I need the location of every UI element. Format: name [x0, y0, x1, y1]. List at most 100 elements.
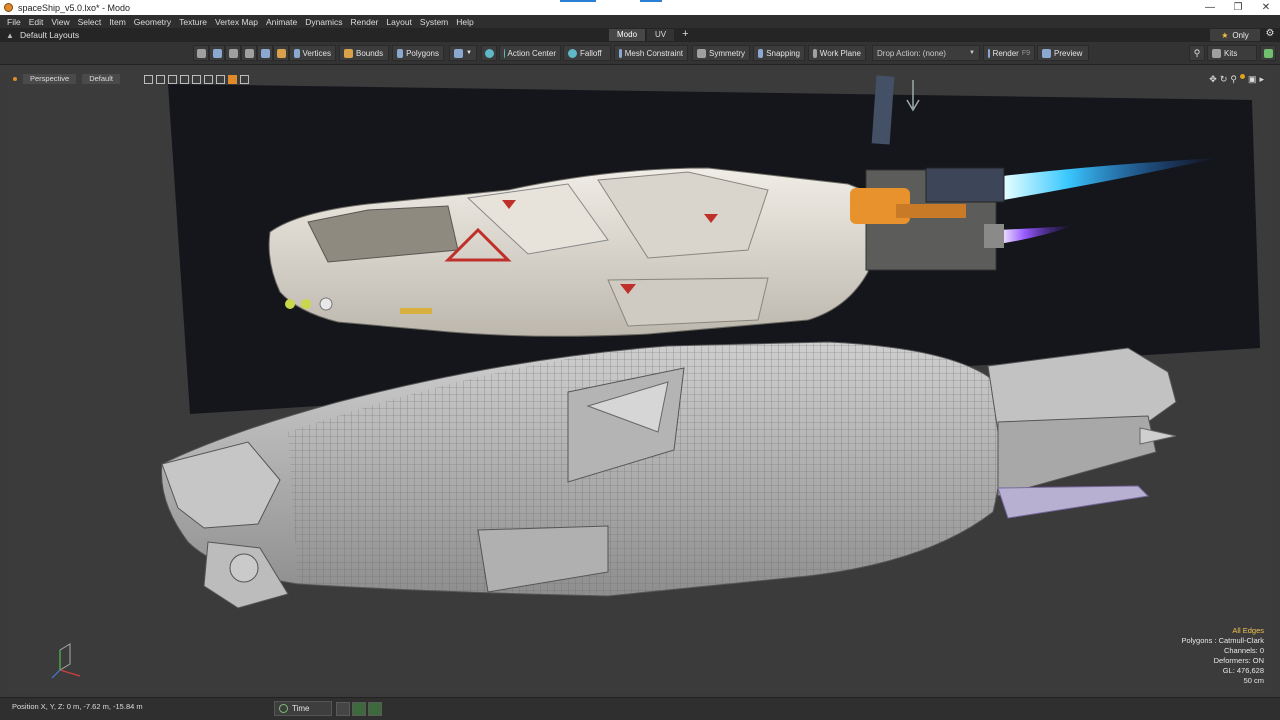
action-center-button[interactable]: Action Center [499, 45, 561, 61]
light-icon[interactable] [203, 74, 213, 84]
menu-dynamics[interactable]: Dynamics [301, 17, 346, 27]
vertices-icon [294, 48, 300, 58]
only-toggle[interactable]: ★ Only [1210, 29, 1260, 41]
mesh-constraint-button[interactable]: Mesh Constraint [614, 45, 688, 61]
timeline-icon[interactable] [352, 702, 366, 716]
edge-dropdown[interactable]: ▼ [449, 45, 477, 61]
gear-icon[interactable]: ⚙ [1263, 28, 1277, 42]
wireframe-icon[interactable] [143, 74, 153, 84]
nose-light-3 [319, 297, 333, 311]
menu-geometry[interactable]: Geometry [130, 17, 175, 27]
dropdown-arrow-icon: ▼ [466, 50, 472, 56]
menu-select[interactable]: Select [74, 17, 106, 27]
constraint-icon [619, 48, 622, 58]
preview-label: Preview [1054, 48, 1083, 58]
kits-icon [1212, 48, 1221, 58]
3d-viewport[interactable]: Perspective Default ✥ ↻ ⚲ ▣ ▸ All Edges … [8, 72, 1272, 692]
time-button[interactable]: Time [274, 701, 332, 716]
menu-edit[interactable]: Edit [25, 17, 48, 27]
settings-button[interactable] [481, 45, 497, 61]
menu-vertex-map[interactable]: Vertex Map [211, 17, 262, 27]
menu-help[interactable]: Help [452, 17, 477, 27]
element-mode-button[interactable] [209, 45, 225, 61]
fit-icon[interactable] [1239, 74, 1245, 79]
render-button[interactable]: Render F9 [983, 45, 1035, 61]
menu-bar: File Edit View Select Item Geometry Text… [0, 15, 1280, 28]
pan-icon[interactable]: ✥ [1209, 74, 1217, 85]
status-bar: Position X, Y, Z: 0 m, -7.62 m, -15.84 m… [0, 697, 1280, 720]
polygons-icon [397, 48, 404, 58]
menu-item[interactable]: Item [105, 17, 130, 27]
work-plane-icon [813, 48, 817, 58]
chevron-down-icon: ▼ [969, 50, 975, 56]
stats-gl: GL: 476,628 [1222, 666, 1264, 675]
arrow-icon [212, 48, 222, 58]
menu-file[interactable]: File [3, 17, 25, 27]
zoom-icon[interactable]: ⚲ [1230, 74, 1237, 85]
add-tab-button[interactable]: + [676, 29, 694, 41]
texture-icon[interactable] [167, 74, 177, 84]
lasso-button[interactable] [225, 45, 241, 61]
menu-layout[interactable]: Layout [382, 17, 416, 27]
drop-action-select[interactable]: Drop Action: (none) ▼ [872, 45, 980, 61]
snapping-button[interactable]: Snapping [753, 45, 805, 61]
panel-icon [1263, 48, 1273, 58]
vertices-label: Vertices [302, 48, 331, 58]
maximize-icon[interactable]: ▣ [1248, 74, 1257, 85]
snapping-icon [758, 48, 764, 58]
material-mode-button[interactable] [273, 45, 289, 61]
shield-icon [454, 48, 464, 58]
kits-button[interactable]: Kits [1207, 45, 1257, 61]
layout-collapse-icon[interactable]: ▲ [0, 31, 20, 40]
mesh-cone [1139, 427, 1177, 445]
restore-button[interactable]: ❐ [1224, 0, 1252, 15]
camera-icon[interactable] [215, 74, 225, 84]
falloff-button[interactable]: Falloff [563, 45, 611, 61]
globe-icon [484, 48, 494, 58]
lock-icon[interactable] [227, 74, 237, 84]
bounds-icon [344, 48, 353, 58]
brush-icon [244, 48, 254, 58]
preview-button[interactable]: Preview [1037, 45, 1089, 61]
select-mode-button[interactable] [193, 45, 209, 61]
item-mode-button[interactable] [257, 45, 273, 61]
clock-icon [279, 704, 288, 713]
bounds-button[interactable]: Bounds [339, 45, 389, 61]
rotate-icon[interactable]: ↻ [1220, 74, 1228, 85]
tab-modo[interactable]: Modo [609, 29, 646, 41]
search-button[interactable]: ⚲ [1189, 45, 1205, 61]
minimize-button[interactable]: — [1196, 0, 1224, 15]
only-label: Only [1232, 30, 1249, 40]
close-button[interactable]: ✕ [1252, 0, 1280, 15]
panel-toggle-button[interactable] [1260, 45, 1276, 61]
shading-select[interactable]: Default [82, 74, 120, 84]
menu-texture[interactable]: Texture [175, 17, 211, 27]
solid-icon[interactable] [179, 74, 189, 84]
paint-select-button[interactable] [241, 45, 257, 61]
nose-light-2 [301, 299, 311, 309]
yellow-tag [400, 308, 432, 314]
render-label: Render [992, 48, 1019, 58]
menu-render[interactable]: Render [347, 17, 383, 27]
play-icon[interactable] [368, 702, 382, 716]
title-accent-2 [640, 0, 662, 2]
layout-selector[interactable]: Default Layouts [20, 30, 79, 40]
menu-system[interactable]: System [416, 17, 452, 27]
ray-icon[interactable] [191, 74, 201, 84]
vertices-button[interactable]: Vertices [289, 45, 336, 61]
lasso-icon [228, 48, 238, 58]
symmetry-button[interactable]: Symmetry [692, 45, 750, 61]
viewport-menu-icon[interactable]: ▸ [1259, 74, 1264, 85]
position-readout: Position X, Y, Z: 0 m, -7.62 m, -15.84 m [12, 702, 143, 711]
menu-animate[interactable]: Animate [262, 17, 301, 27]
grid-icon[interactable] [155, 74, 165, 84]
work-plane-button[interactable]: Work Plane [808, 45, 866, 61]
menu-view[interactable]: View [47, 17, 73, 27]
engine-nozzle [984, 224, 1004, 248]
settings-icon[interactable] [239, 74, 249, 84]
tab-uv[interactable]: UV [647, 29, 675, 41]
mesh-tail-3 [997, 485, 1150, 519]
view-mode-select[interactable]: Perspective [23, 74, 77, 84]
layout-icon[interactable] [336, 702, 350, 716]
polygons-button[interactable]: Polygons [392, 45, 444, 61]
